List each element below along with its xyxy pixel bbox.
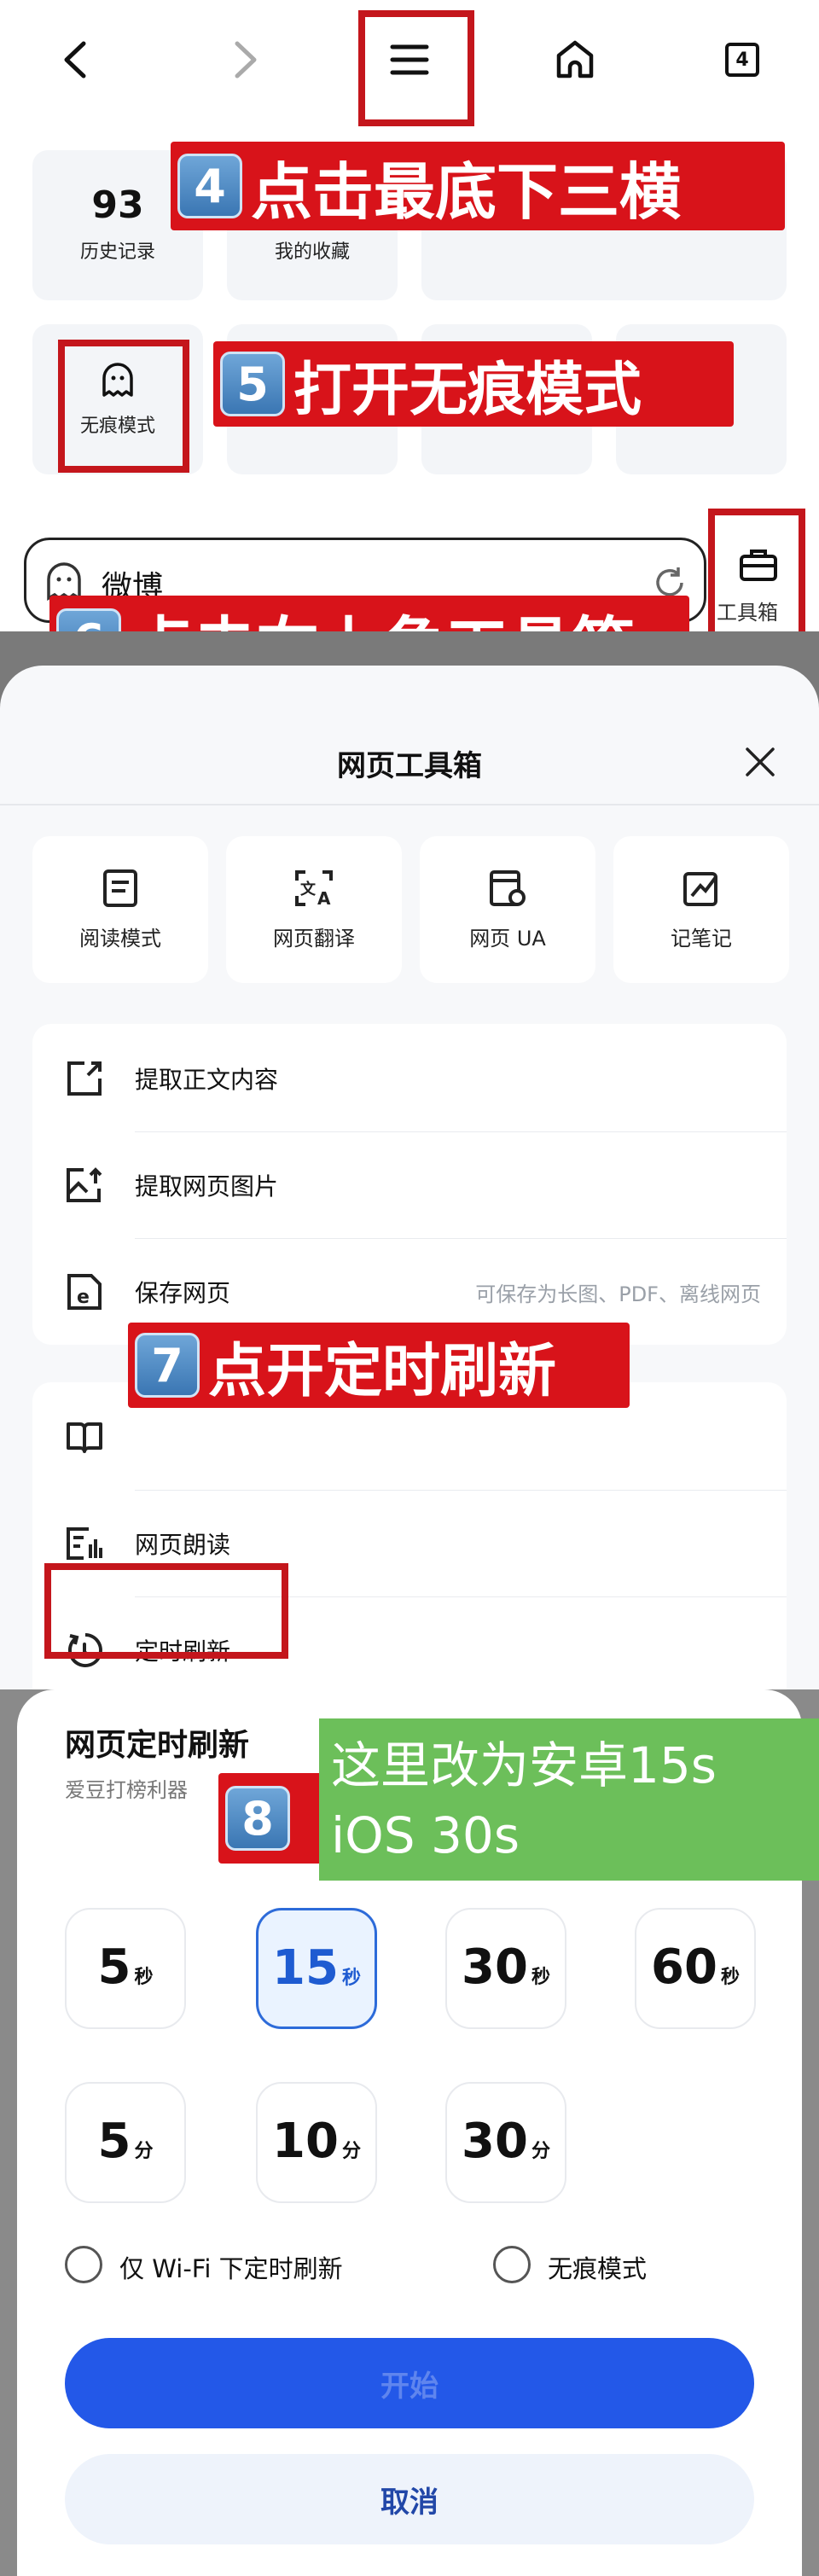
title-divider bbox=[0, 804, 819, 805]
chevron-left-icon bbox=[64, 41, 86, 79]
option-30-minutes[interactable]: 30 分 bbox=[445, 2082, 566, 2203]
green-note-line-2: iOS 30s bbox=[331, 1806, 520, 1864]
option-5-seconds[interactable]: 5秒 bbox=[65, 1908, 186, 2029]
option-unit: 分 bbox=[341, 2141, 361, 2162]
extract-text-label: 提取正文内容 bbox=[135, 1066, 279, 1094]
wifi-only-label: 仅 Wi-Fi 下定时刷新 bbox=[119, 2254, 343, 2283]
tool-reader-mode[interactable]: 阅读模式 bbox=[32, 836, 208, 983]
cancel-button-label: 取消 bbox=[380, 2485, 439, 2520]
read-aloud-icon bbox=[67, 1527, 102, 1560]
step-4-text: 点击最底下三横 bbox=[251, 155, 682, 228]
tabs-button[interactable]: 4 bbox=[708, 26, 776, 94]
close-icon[interactable] bbox=[744, 746, 776, 778]
tabs-count-icon: 4 bbox=[725, 43, 759, 77]
step-4-badge: 4 bbox=[177, 154, 242, 218]
incognito-radio-label: 无痕模式 bbox=[548, 2254, 648, 2283]
extract-image-icon bbox=[67, 1167, 102, 1202]
wifi-only-radio[interactable] bbox=[65, 2246, 102, 2283]
browser-ua-icon bbox=[490, 869, 526, 906]
option-value: 60 bbox=[651, 1939, 717, 1995]
option-value: 15 bbox=[272, 1940, 339, 1996]
svg-text:A: A bbox=[317, 888, 331, 908]
svg-text:文: 文 bbox=[300, 880, 317, 898]
step-8-badge: 8 bbox=[225, 1786, 290, 1851]
tool-notes[interactable]: 记笔记 bbox=[613, 836, 789, 983]
svg-text:e: e bbox=[77, 1287, 90, 1308]
option-30-seconds[interactable]: 30 秒 bbox=[445, 1908, 566, 2029]
option-10-minutes[interactable]: 10 分 bbox=[256, 2082, 377, 2203]
toolbox-title: 网页工具箱 bbox=[337, 749, 482, 783]
step-5-text: 打开无痕模式 bbox=[293, 356, 642, 424]
callout-step-4: 4 点击最底下三横 bbox=[171, 142, 785, 230]
tool-translate-label: 网页翻译 bbox=[273, 926, 355, 951]
tool-notes-label: 记笔记 bbox=[671, 926, 732, 951]
history-label: 历史记录 bbox=[79, 241, 155, 263]
save-page-label: 保存网页 bbox=[135, 1279, 231, 1307]
incognito-radio[interactable] bbox=[493, 2246, 531, 2283]
option-5-minutes[interactable]: 5分 bbox=[65, 2082, 186, 2203]
toolbox-section: 网页工具箱 阅读模式 文A 网页翻译 网页 UA 记笔记 提取正文内容 提取网页… bbox=[0, 631, 819, 1689]
green-note: 这里改为安卓15s iOS 30s bbox=[319, 1718, 819, 1881]
option-unit: 秒 bbox=[720, 1967, 740, 1988]
translate-icon: 文A bbox=[295, 869, 333, 908]
option-value: 5 bbox=[97, 2114, 131, 2169]
option-60-seconds[interactable]: 60 秒 bbox=[635, 1908, 756, 2029]
toolbox-sheet: 网页工具箱 阅读模式 文A 网页翻译 网页 UA 记笔记 提取正文内容 提取网页… bbox=[0, 666, 819, 1689]
browser-home-section: 4 93 历史记录 0 我的收藏 无痕模式 4 点击最底下三横 5 打开无痕模式… bbox=[0, 0, 819, 631]
extract-text-icon bbox=[67, 1061, 102, 1096]
timer-refresh-section: 网页定时刷新 爱豆打榜利器 5秒 15 秒 30 秒 60 秒 5分 10 分 30 分 … bbox=[0, 1689, 819, 2576]
option-unit: 秒 bbox=[341, 1968, 361, 1989]
green-note-line-1: 这里改为安卓15s bbox=[331, 1736, 717, 1794]
save-page-hint: 可保存为长图、PDF、离线网页 bbox=[475, 1282, 761, 1306]
option-unit: 分 bbox=[134, 2141, 154, 2162]
step-7-badge: 7 bbox=[135, 1333, 200, 1398]
option-value: 30 bbox=[462, 1939, 528, 1995]
highlight-incognito-tile bbox=[58, 340, 189, 473]
option-value: 5 bbox=[97, 1939, 131, 1995]
highlight-timer-refresh bbox=[44, 1563, 288, 1659]
timer-refresh-subtitle: 爱豆打榜利器 bbox=[65, 1778, 188, 1802]
tool-browser-ua[interactable]: 网页 UA bbox=[420, 836, 595, 983]
option-value: 10 bbox=[272, 2114, 339, 2169]
option-15-seconds[interactable]: 15 秒 bbox=[256, 1908, 377, 2029]
history-count: 93 bbox=[91, 183, 144, 227]
read-aloud-label: 网页朗读 bbox=[135, 1531, 231, 1559]
step-5-badge: 5 bbox=[220, 352, 285, 416]
extract-images-row[interactable]: 提取网页图片 bbox=[32, 1132, 787, 1238]
timer-refresh-title: 网页定时刷新 bbox=[65, 1728, 250, 1763]
reader-icon bbox=[103, 869, 137, 907]
home-button[interactable] bbox=[541, 26, 609, 94]
refresh-icon[interactable] bbox=[653, 566, 687, 600]
home-icon bbox=[556, 40, 594, 79]
extract-text-row[interactable]: 提取正文内容 bbox=[32, 1026, 787, 1131]
tool-reader-label: 阅读模式 bbox=[79, 926, 161, 951]
save-page-icon: e bbox=[67, 1274, 102, 1310]
option-unit: 秒 bbox=[531, 1967, 550, 1988]
favorites-label: 我的收藏 bbox=[274, 241, 350, 263]
option-unit: 秒 bbox=[134, 1967, 154, 1988]
back-button[interactable] bbox=[41, 26, 109, 94]
extract-list: 提取正文内容 提取网页图片 e 保存网页 可保存为长图、PDF、离线网页 bbox=[32, 1024, 787, 1345]
callout-step-5: 5 打开无痕模式 bbox=[213, 341, 734, 427]
highlight-menu-button bbox=[358, 10, 474, 126]
tool-translate[interactable]: 文A 网页翻译 bbox=[226, 836, 402, 983]
extract-images-label: 提取网页图片 bbox=[135, 1172, 279, 1201]
step-7-text: 点开定时刷新 bbox=[208, 1337, 557, 1405]
option-unit: 分 bbox=[531, 2141, 550, 2162]
chevron-right-icon bbox=[235, 41, 257, 79]
note-icon bbox=[683, 871, 717, 906]
book-icon bbox=[67, 1422, 102, 1453]
cancel-button[interactable]: 取消 bbox=[65, 2454, 754, 2544]
start-button-label: 开始 bbox=[380, 2369, 439, 2404]
step-6-text: 点击右上角工具箱 bbox=[130, 596, 635, 632]
option-value: 30 bbox=[462, 2114, 528, 2169]
step-6-badge: 6 bbox=[56, 608, 121, 631]
tool-ua-label: 网页 UA bbox=[469, 926, 546, 951]
callout-step-7: 7 点开定时刷新 bbox=[128, 1323, 630, 1408]
forward-button[interactable] bbox=[212, 26, 280, 94]
tabs-count: 4 bbox=[735, 49, 749, 71]
callout-step-6: 6 点击右上角工具箱 bbox=[49, 596, 689, 631]
start-button[interactable]: 开始 bbox=[65, 2338, 754, 2428]
highlight-toolbox-button bbox=[708, 509, 805, 631]
